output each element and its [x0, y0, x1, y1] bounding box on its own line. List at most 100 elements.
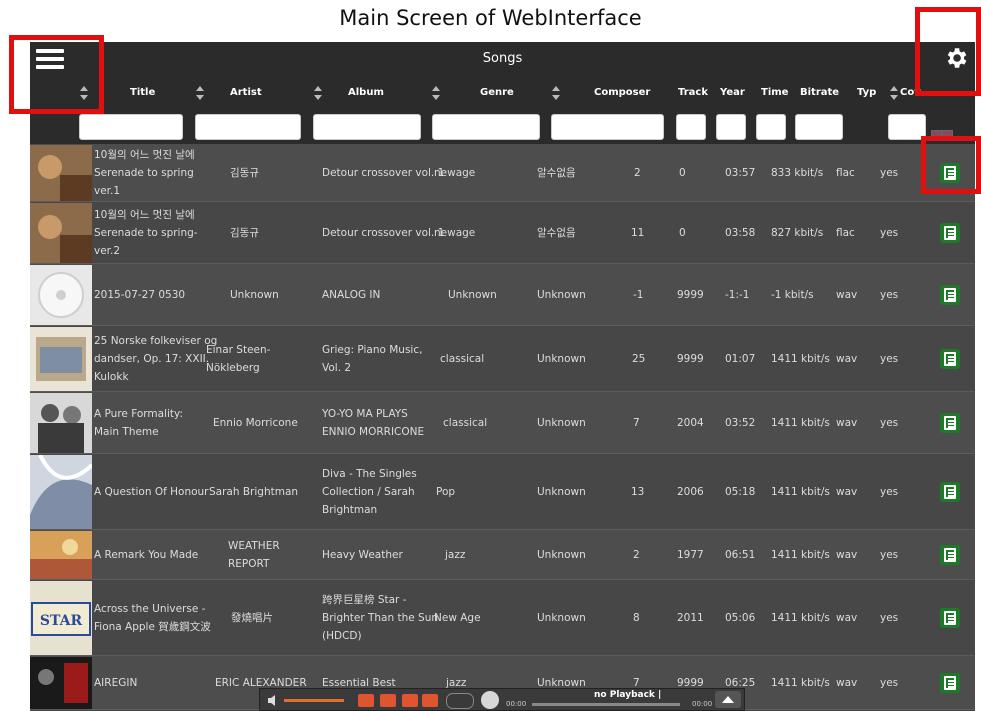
- cell-year: 2004: [677, 416, 704, 429]
- player-bar: no Playback | 00:00 00:00: [259, 688, 745, 711]
- album-cover: [30, 657, 92, 709]
- cell-time: 05:18: [725, 485, 756, 498]
- table-row[interactable]: A Remark You Made WEATHER REPORT Heavy W…: [30, 530, 975, 580]
- genre-filter-input[interactable]: [432, 114, 540, 140]
- cell-composer: 알수없음: [537, 226, 576, 239]
- table-row[interactable]: A Pure Formality: Main Theme Ennio Morri…: [30, 392, 975, 454]
- cell-bitrate: 1411 kbit/s: [771, 676, 830, 689]
- column-header-track[interactable]: Track: [678, 87, 708, 98]
- cell-genre: Unknown: [448, 288, 497, 301]
- table-row[interactable]: 10월의 어느 멋진 날에 Serenade to spring-ver.2 김…: [30, 202, 975, 264]
- cell-track: -1: [633, 288, 644, 301]
- copy-icon[interactable]: [940, 672, 960, 693]
- play-pause-icon[interactable]: [402, 694, 418, 707]
- cell-genre: classical: [443, 416, 488, 429]
- sort-icon[interactable]: [890, 86, 898, 100]
- cell-year: 0: [679, 166, 686, 179]
- cell-time: 03:58: [725, 226, 756, 239]
- repeat-icon[interactable]: [446, 693, 474, 709]
- previous-icon[interactable]: [358, 694, 374, 707]
- svg-text:STAR: STAR: [40, 613, 83, 629]
- cell-time: 03:52: [725, 416, 756, 429]
- cell-title: A Remark You Made: [94, 548, 199, 561]
- copy-icon[interactable]: [940, 284, 960, 305]
- cell-artist: Unknown: [230, 288, 279, 301]
- cell-album: Heavy Weather: [322, 548, 403, 561]
- album-cover: [30, 145, 92, 201]
- volume-slider[interactable]: [284, 699, 344, 702]
- playback-status: no Playback |: [594, 690, 662, 700]
- cell-cov: yes: [880, 166, 899, 179]
- sort-icon[interactable]: [432, 86, 440, 100]
- cell-time: 03:57: [725, 166, 756, 179]
- sort-icon[interactable]: [552, 86, 560, 100]
- cell-track: 13: [631, 485, 645, 498]
- column-header-composer[interactable]: Composer: [594, 87, 650, 98]
- total-time: 00:00: [692, 700, 713, 708]
- composer-filter-input[interactable]: [551, 114, 664, 140]
- highlight-box-settings: [915, 7, 981, 96]
- cell-bitrate: 1411 kbit/s: [771, 485, 830, 498]
- expand-player-button[interactable]: [715, 691, 741, 708]
- cell-artist: Sarah Brightman: [209, 485, 299, 498]
- column-header-year[interactable]: Year: [720, 87, 745, 98]
- sort-icon[interactable]: [196, 86, 204, 100]
- cell-typ: wav: [836, 548, 858, 561]
- cell-cov: yes: [880, 611, 899, 624]
- progress-bar[interactable]: [532, 703, 680, 706]
- album-cover: [30, 327, 92, 391]
- copy-icon[interactable]: [940, 544, 960, 565]
- cell-genre: New Age: [434, 611, 481, 624]
- cell-typ: wav: [836, 352, 858, 365]
- column-header-genre[interactable]: Genre: [480, 87, 514, 98]
- copy-icon[interactable]: [940, 412, 960, 433]
- cell-title: 10월의 어느 멋진 날에 Serenade to spring-ver.2: [94, 208, 198, 257]
- copy-icon[interactable]: [940, 607, 960, 628]
- copy-icon[interactable]: [940, 222, 960, 243]
- cell-genre: Pop: [436, 485, 456, 498]
- column-header-artist[interactable]: Artist: [230, 87, 262, 98]
- column-header-row: Title Artist Album Genre Composer Track …: [30, 76, 975, 112]
- album-filter-input[interactable]: [313, 114, 421, 140]
- album-cover: [30, 455, 92, 529]
- table-row[interactable]: 25 Norske folkeviser og dandser, Op. 17:…: [30, 326, 975, 392]
- cell-title: AIREGIN: [94, 676, 138, 689]
- column-header-album[interactable]: Album: [348, 87, 384, 98]
- copy-icon[interactable]: [940, 348, 960, 369]
- table-row[interactable]: 2015-07-27 0530 Unknown ANALOG IN Unknow…: [30, 264, 975, 326]
- cell-cov: yes: [880, 416, 899, 429]
- year-filter-input[interactable]: [716, 114, 746, 140]
- cell-artist: 發燒唱片: [231, 611, 273, 624]
- track-filter-input[interactable]: [676, 114, 706, 140]
- column-header-time[interactable]: Time: [761, 87, 788, 98]
- cell-typ: wav: [836, 416, 858, 429]
- cell-track: 25: [632, 352, 646, 365]
- stop-icon[interactable]: [380, 694, 396, 707]
- bitrate-filter-input[interactable]: [795, 114, 843, 140]
- time-filter-input[interactable]: [756, 114, 786, 140]
- volume-icon[interactable]: [268, 695, 280, 706]
- column-header-bitrate[interactable]: Bitrate: [800, 87, 839, 98]
- copy-icon[interactable]: [940, 481, 960, 502]
- column-header-title[interactable]: Title: [130, 87, 155, 98]
- cell-typ: wav: [836, 288, 858, 301]
- cell-year: 9999: [677, 288, 704, 301]
- cell-composer: Unknown: [537, 485, 586, 498]
- cell-typ: flac: [836, 166, 855, 179]
- cell-artist: WEATHER REPORT: [228, 539, 280, 570]
- album-cover: [30, 393, 92, 453]
- cell-genre: newage: [434, 166, 476, 179]
- cell-year: 1977: [677, 548, 704, 561]
- sort-icon[interactable]: [314, 86, 322, 100]
- next-icon[interactable]: [422, 694, 438, 707]
- cell-cov: yes: [880, 485, 899, 498]
- table-row[interactable]: A Question Of Honour Sarah Brightman Div…: [30, 454, 975, 530]
- column-header-typ[interactable]: Typ: [857, 87, 876, 98]
- artist-filter-input[interactable]: [195, 114, 301, 140]
- cell-time: 05:06: [725, 611, 756, 624]
- cell-artist: Einar Steen-Nökleberg: [206, 343, 271, 374]
- table-row[interactable]: 10월의 어느 멋진 날에 Serenade to spring ver.1 김…: [30, 144, 975, 202]
- table-row[interactable]: STAR Across the Universe -Fiona Apple 賀歲…: [30, 580, 975, 656]
- title-filter-input[interactable]: [79, 114, 183, 140]
- filter-row: [30, 112, 975, 144]
